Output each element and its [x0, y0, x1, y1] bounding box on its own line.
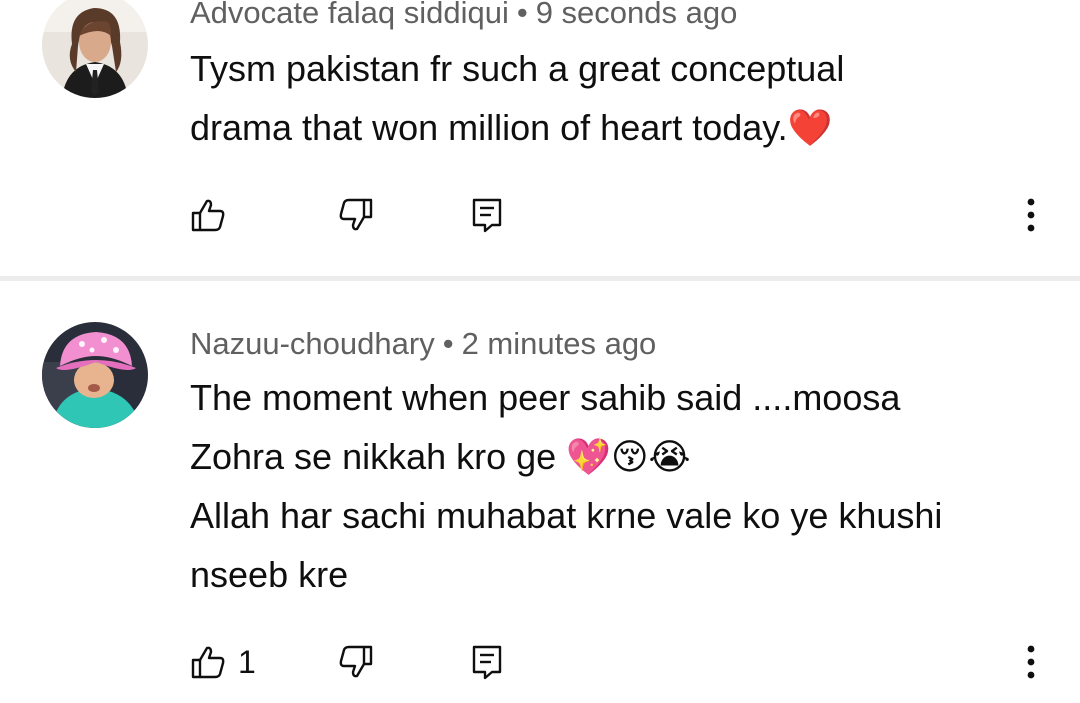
thumbs-down-icon: [339, 198, 373, 231]
comment-line: Zohra se nikkah kro ge 💖😚😭: [190, 436, 691, 477]
comment-line: nseeb kre: [190, 554, 349, 595]
comment-time: 9 seconds ago: [535, 0, 738, 30]
dislike-button[interactable]: [338, 190, 374, 240]
comment-meta: Nazuu-choudhary • 2 minutes ago: [190, 326, 656, 362]
more-options-button[interactable]: [1016, 637, 1046, 687]
comment: Advocate falaq siddiqui • 9 seconds ago Ty…: [0, 0, 1080, 276]
thumbs-up-icon: [191, 199, 225, 232]
meta-separator: •: [516, 0, 528, 30]
comment-author[interactable]: Advocate falaq siddiqui: [190, 0, 509, 30]
reply-icon: [472, 645, 502, 680]
comment-actions: 1: [0, 637, 1080, 687]
comment-line: The moment when peer sahib said ....moos…: [190, 377, 901, 418]
comment-time: 2 minutes ago: [461, 326, 657, 361]
reply-icon: [472, 198, 502, 233]
thumbs-up-icon: [191, 646, 225, 679]
reply-button[interactable]: [470, 637, 504, 687]
more-options-button[interactable]: [1016, 190, 1046, 240]
comment-author[interactable]: Nazuu-choudhary: [190, 326, 435, 361]
comment-line: drama that won million of heart today.❤️: [190, 107, 833, 148]
avatar[interactable]: [42, 322, 148, 428]
like-count: 1: [238, 644, 256, 680]
divider: [0, 276, 1080, 281]
more-vertical-icon: [1027, 645, 1035, 679]
comment-actions: [0, 190, 1080, 240]
comment-meta: Advocate falaq siddiqui • 9 seconds ago: [190, 0, 737, 31]
comment-body: Tysm pakistan fr such a great conceptual…: [190, 39, 1040, 157]
comment: Nazuu-choudhary • 2 minutes ago The moment…: [0, 282, 1080, 703]
reply-button[interactable]: [470, 190, 504, 240]
meta-separator: •: [442, 326, 454, 361]
comment-line: Tysm pakistan fr such a great conceptual: [190, 48, 845, 89]
more-vertical-icon: [1027, 198, 1035, 232]
comment-line: Allah har sachi muhabat krne vale ko ye …: [190, 495, 943, 536]
like-button[interactable]: [190, 190, 238, 240]
thumbs-down-icon: [339, 645, 373, 678]
avatar[interactable]: [42, 0, 148, 98]
dislike-button[interactable]: [338, 637, 374, 687]
comment-body: The moment when peer sahib said ....moos…: [190, 368, 1040, 604]
like-button[interactable]: 1: [190, 637, 256, 687]
